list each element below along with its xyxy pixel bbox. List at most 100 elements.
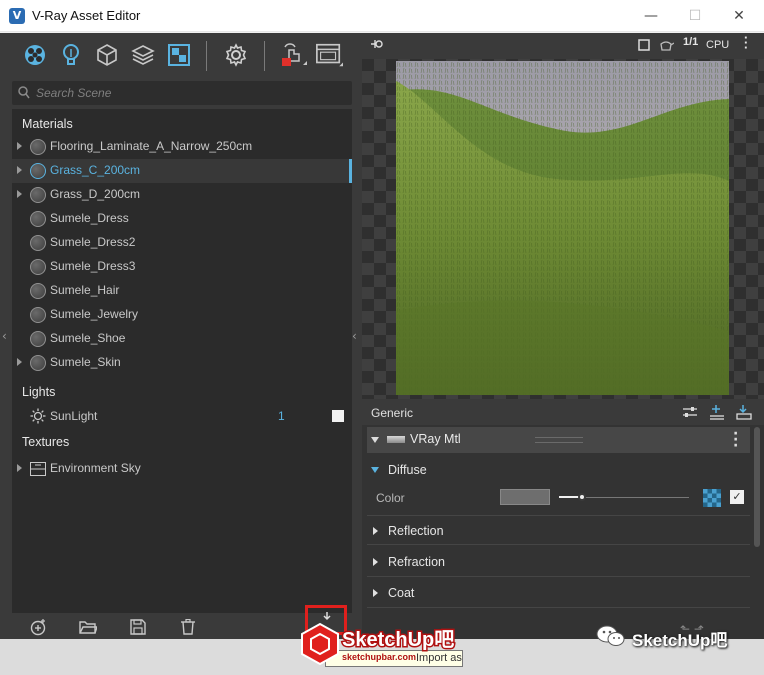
material-properties: Generic VRay Mtl · · · Diffuse Color ✓ R… <box>362 399 764 639</box>
add-layer-icon[interactable] <box>709 404 727 420</box>
collapse-panel-icon[interactable]: ‹ <box>352 329 357 343</box>
material-swatch <box>387 436 405 443</box>
frame-buffer-icon[interactable] <box>315 41 343 69</box>
import-layer-icon[interactable] <box>735 404 753 420</box>
teapot-icon[interactable] <box>658 38 675 55</box>
section-coat[interactable]: Coat <box>367 578 750 608</box>
texture-slot-icon[interactable] <box>703 489 721 507</box>
window-title: V-Ray Asset Editor <box>32 8 141 23</box>
search-input[interactable] <box>36 84 336 102</box>
material-label: Grass_C_200cm <box>50 163 141 177</box>
material-label: Sumele_Dress <box>50 211 129 225</box>
section-label: Refraction <box>388 555 445 569</box>
render-engine-label[interactable]: CPU <box>706 39 729 51</box>
section-diffuse[interactable]: Diffuse <box>367 455 750 485</box>
wechat-watermark: SketchUp吧 <box>596 622 727 654</box>
drag-handle[interactable] <box>535 437 583 443</box>
maximize-button[interactable]: ☐ <box>672 0 718 32</box>
diffuse-color-swatch[interactable] <box>500 489 550 505</box>
vray-asset-editor-window: V V-Ray Asset Editor — ☐ ✕ Search Scene … <box>0 0 764 675</box>
section-label: Diffuse <box>388 463 427 477</box>
sliders-icon[interactable] <box>682 404 700 420</box>
material-item[interactable]: Flooring_Laminate_A_Narrow_250cm <box>12 135 352 159</box>
material-ball-icon <box>30 259 46 275</box>
pin-icon[interactable] <box>370 37 384 54</box>
color-label: Color <box>376 491 405 505</box>
material-type-label: VRay Mtl <box>410 432 461 446</box>
vray-mtl-layer[interactable]: VRay Mtl · · · <box>367 427 750 453</box>
light-enable-toggle[interactable] <box>332 410 344 422</box>
close-button[interactable]: ✕ <box>716 0 762 32</box>
material-item[interactable]: Sumele_Skin <box>12 351 352 375</box>
settings-icon[interactable] <box>222 41 250 69</box>
toolbar-separator <box>206 41 207 71</box>
material-preview-panel: 1/1 CPU · · · Generic VRay Mtl · · · Dif… <box>362 31 764 639</box>
wechat-icon <box>596 624 626 652</box>
color-amount-slider-knob[interactable] <box>578 493 586 501</box>
material-item[interactable]: Grass_C_200cm <box>12 159 352 183</box>
light-item-sunlight[interactable]: SunLight 1 <box>12 405 352 429</box>
material-item[interactable]: Sumele_Jewelry <box>12 303 352 327</box>
textures-icon[interactable] <box>165 41 193 69</box>
preview-area <box>362 59 764 427</box>
lights-icon[interactable] <box>57 41 85 69</box>
open-folder-icon[interactable] <box>78 617 98 637</box>
save-icon[interactable] <box>128 617 148 637</box>
texture-sky-icon <box>30 461 46 480</box>
material-item[interactable]: Sumele_Hair <box>12 279 352 303</box>
properties-scrollbar[interactable] <box>754 427 760 547</box>
delete-icon[interactable] <box>178 617 198 637</box>
layer-menu-icon[interactable]: · · · <box>733 427 738 453</box>
material-item[interactable]: Sumele_Dress3 <box>12 255 352 279</box>
texture-item-environment-sky[interactable]: Environment Sky <box>12 457 352 481</box>
watermark-url: sketchupbar.com <box>342 652 416 662</box>
material-ball-icon <box>30 139 46 155</box>
material-item[interactable]: Grass_D_200cm <box>12 183 352 207</box>
geometry-icon[interactable] <box>93 41 121 69</box>
collapse-left-icon[interactable]: ‹ <box>2 329 7 343</box>
collapse-arrow-icon[interactable] <box>371 437 379 443</box>
expand-arrow-icon[interactable] <box>373 589 378 597</box>
sketchupbar-watermark: SketchUp吧 sketchupbar.com <box>300 620 466 668</box>
material-ball-icon <box>30 331 46 347</box>
light-instance-count: 1 <box>278 409 285 423</box>
material-label: Sumele_Dress3 <box>50 259 136 273</box>
expand-arrow-icon[interactable] <box>373 527 378 535</box>
material-ball-icon <box>30 211 46 227</box>
expand-arrow-icon[interactable] <box>371 467 379 473</box>
preview-menu-icon[interactable]: · · · <box>744 31 748 54</box>
expand-arrow-icon[interactable] <box>17 464 22 472</box>
add-asset-icon[interactable] <box>28 617 48 637</box>
title-bar: V V-Ray Asset Editor — ☐ ✕ <box>0 0 764 32</box>
watermark-right-text: SketchUp吧 <box>632 630 728 650</box>
expand-arrow-icon[interactable] <box>17 166 22 174</box>
preview-toolbar: 1/1 CPU · · · <box>362 31 764 59</box>
texture-enable-checkbox[interactable]: ✓ <box>730 490 744 504</box>
material-preview-render <box>396 61 729 395</box>
section-reflection[interactable]: Reflection <box>367 515 750 545</box>
layers-icon[interactable] <box>129 41 157 69</box>
material-label: Grass_D_200cm <box>50 187 141 201</box>
material-item[interactable]: Sumele_Dress2 <box>12 231 352 255</box>
expand-arrow-icon[interactable] <box>373 558 378 566</box>
expand-arrow-icon[interactable] <box>17 142 22 150</box>
minimize-button[interactable]: — <box>628 0 674 32</box>
expand-arrow-icon[interactable] <box>17 358 22 366</box>
material-ball-icon <box>30 307 46 323</box>
resolution-ratio[interactable]: 1/1 <box>683 36 698 48</box>
material-item[interactable]: Sumele_Shoe <box>12 327 352 351</box>
expand-arrow-icon[interactable] <box>17 190 22 198</box>
section-refraction[interactable]: Refraction <box>367 547 750 577</box>
material-item[interactable]: Sumele_Dress <box>12 207 352 231</box>
vray-logo-icon: V <box>9 8 25 24</box>
materials-icon[interactable] <box>21 41 49 69</box>
render-interactive-icon[interactable] <box>279 41 307 69</box>
material-ball-icon <box>30 163 46 179</box>
search-box[interactable] <box>12 81 352 105</box>
toolbar-separator <box>264 41 265 71</box>
region-render-icon[interactable] <box>638 39 650 54</box>
material-label: Sumele_Hair <box>50 283 120 297</box>
material-ball-icon <box>30 355 46 371</box>
diffuse-color-row: Color ✓ <box>367 483 750 513</box>
material-ball-icon <box>30 283 46 299</box>
